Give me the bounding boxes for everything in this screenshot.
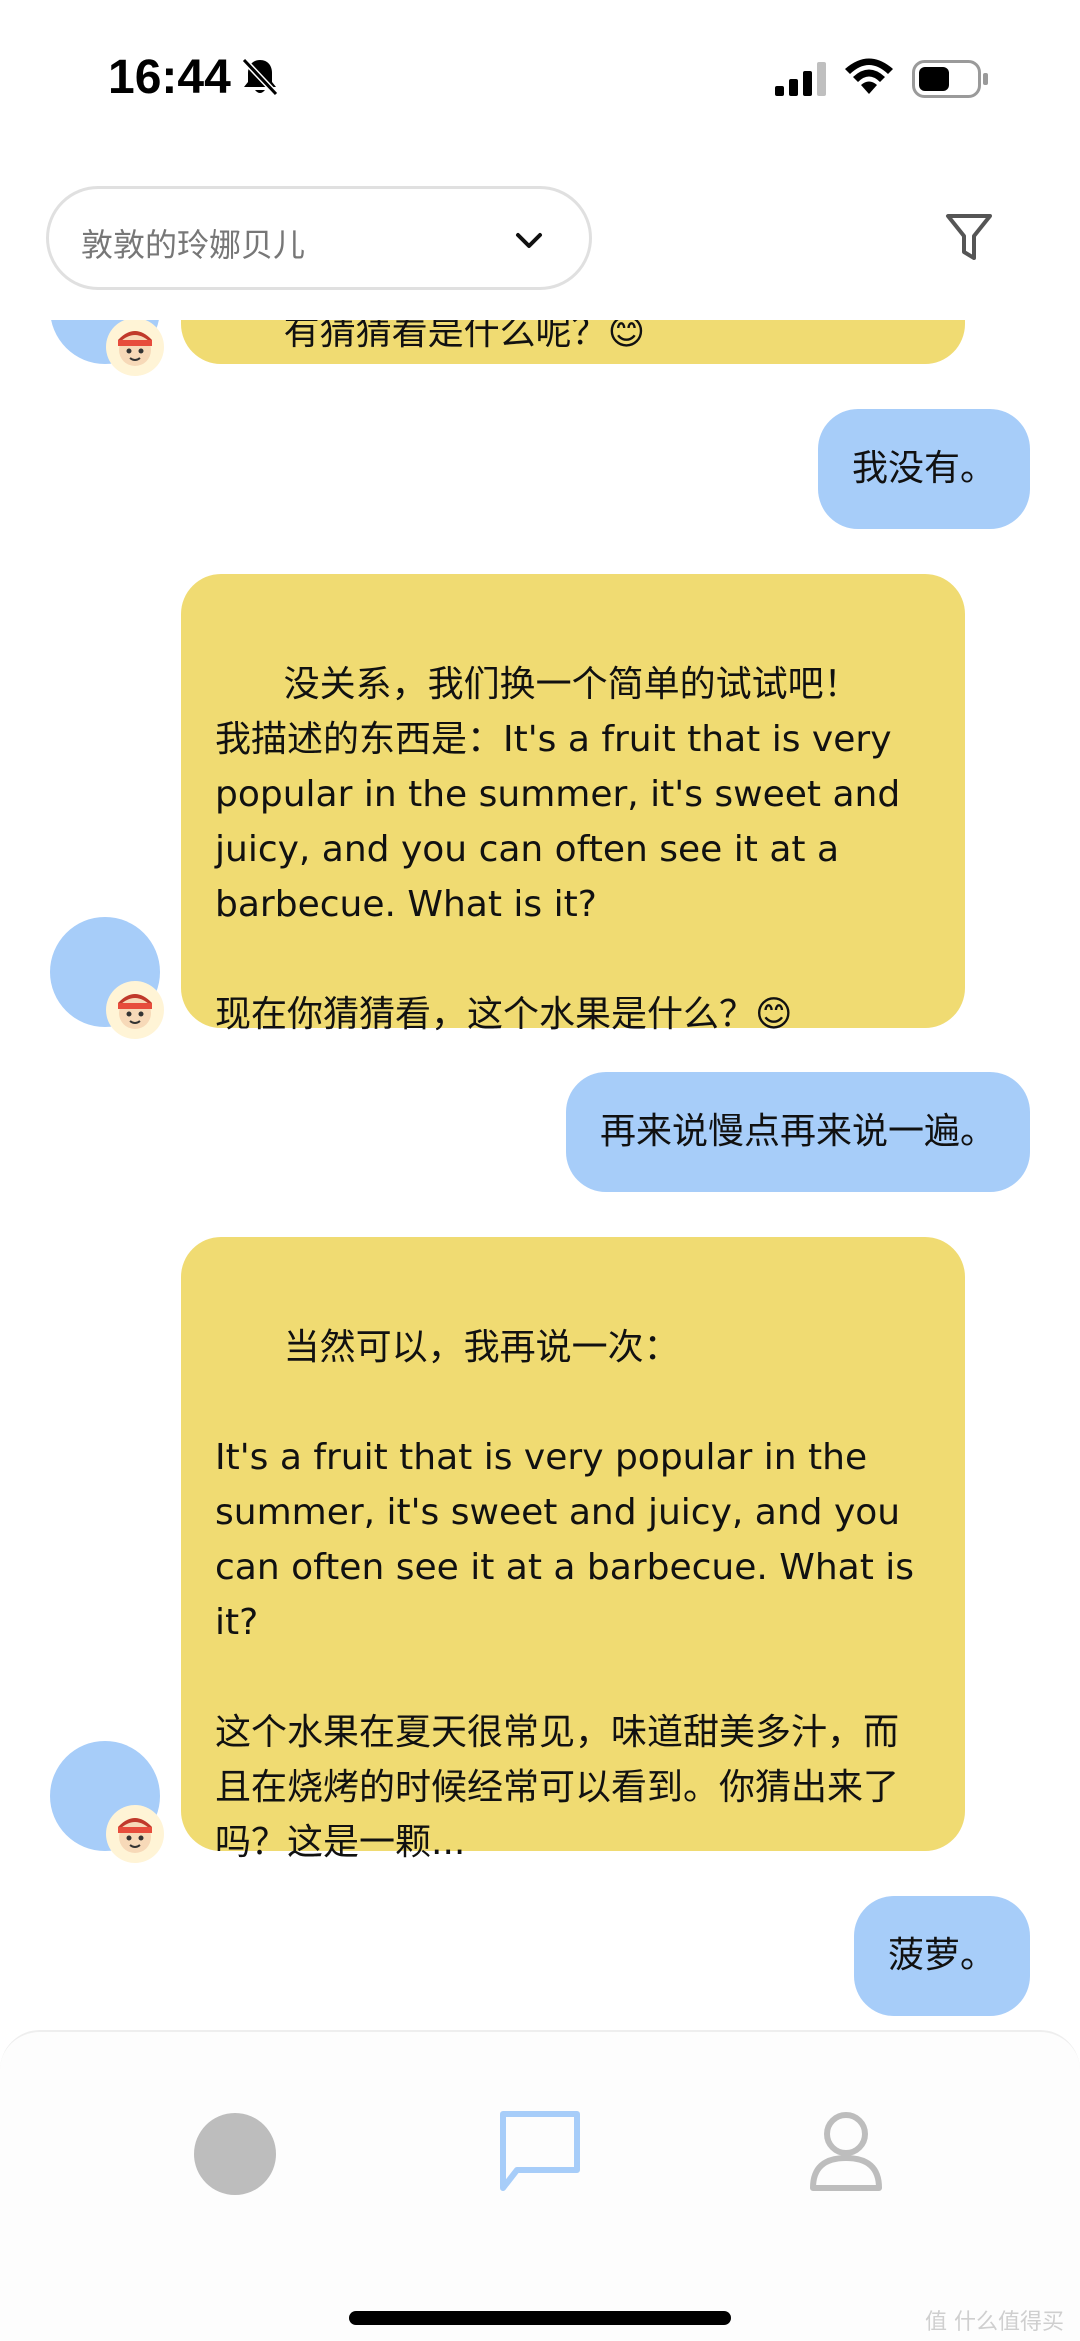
nav-profile-person-icon[interactable] [808,2108,884,2198]
user-message[interactable]: 再来说慢点再来说一遍。 [565,1072,1030,1192]
status-time: 16:44 [108,51,231,104]
message-text: 当然可以，我再说一次： It's a fruit that is very po… [215,1327,915,1863]
nav-chat-bubble-icon[interactable] [497,2108,583,2198]
character-badge-icon [106,318,164,376]
bottom-nav: 值 什么值得买 [0,2030,1080,2341]
message-text: 没关系，我们换一个简单的试试吧！ 我描述的东西是：It's a fruit th… [215,664,901,1035]
ai-avatar[interactable] [50,1741,164,1863]
battery-icon [912,60,990,102]
ai-message[interactable]: 没关系，我们换一个简单的试试吧！ 我描述的东西是：It's a fruit th… [181,574,965,1035]
chevron-down-icon[interactable] [513,225,545,261]
message-text: 我没有。 [851,448,996,489]
character-badge-icon [106,1805,164,1863]
status-bar: 16:44 [0,0,1080,150]
message-text: 再来说慢点再来说一遍。 [599,1111,996,1152]
user-message[interactable]: 菠萝。 [853,1896,1030,2016]
wifi-icon [845,58,893,100]
nav-home-circle-icon[interactable] [193,2112,277,2200]
character-badge-icon [106,981,164,1039]
chat-screen: 有猜猜看是什么呢？😊 我没有。 没关系，我们换一个简单的试试吧！ 我描述的东西是… [0,0,1080,2341]
watermark-text: 值 什么值得买 [925,2310,1064,2335]
user-message[interactable]: 我没有。 [817,409,1030,529]
message-text: 菠萝。 [887,1935,996,1976]
ai-message[interactable]: 当然可以，我再说一次： It's a fruit that is very po… [181,1237,965,1863]
partner-select[interactable]: 敦敦的玲娜贝儿 [46,186,592,290]
partner-name: 敦敦的玲娜贝儿 [81,226,306,264]
filter-icon[interactable] [944,212,994,268]
ai-avatar[interactable] [50,917,164,1039]
bell-slash-icon [240,56,280,102]
cellular-signal-icon [775,62,827,100]
home-indicator[interactable] [349,2311,731,2325]
chat-header: 敦敦的玲娜贝儿 [0,150,1080,320]
